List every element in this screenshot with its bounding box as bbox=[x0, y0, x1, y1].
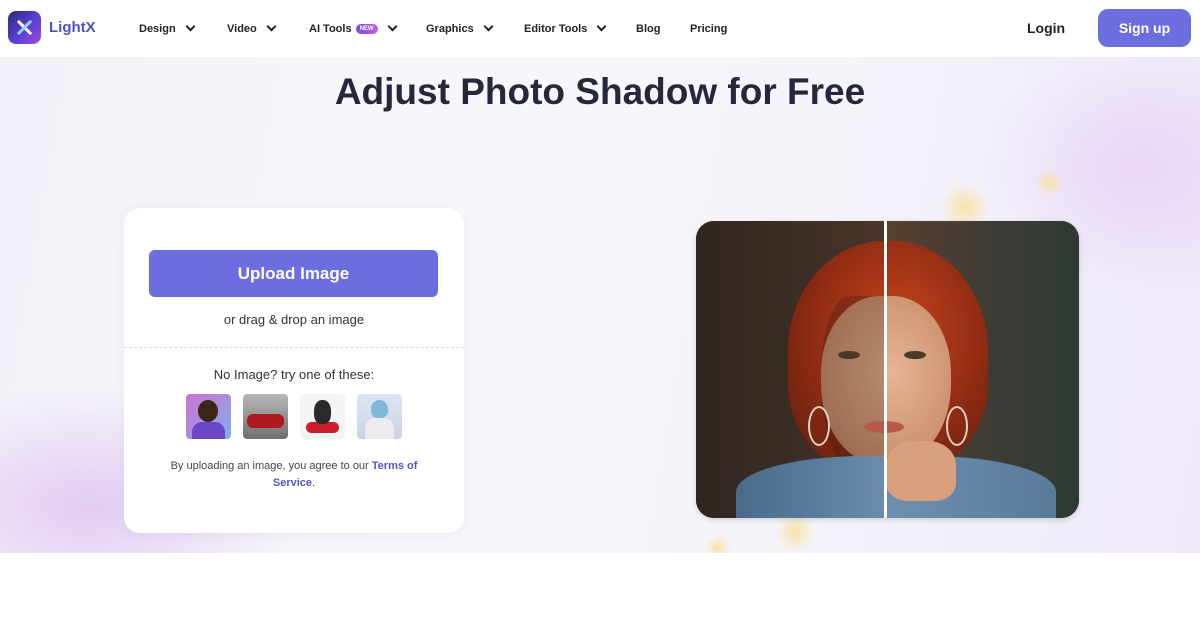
chevron-down-icon bbox=[596, 21, 607, 32]
menu-item-ai-tools[interactable]: AI Tools NEW bbox=[309, 21, 398, 35]
page-title: Adjust Photo Shadow for Free bbox=[334, 71, 866, 112]
brand-name: LightX bbox=[49, 19, 96, 36]
login-link[interactable]: Login bbox=[1027, 20, 1065, 36]
chevron-down-icon bbox=[266, 21, 277, 32]
chevron-down-icon bbox=[387, 21, 398, 32]
hero-section: Adjust Photo Shadow for Free Upload Imag… bbox=[0, 57, 1200, 553]
drag-drop-hint: or drag & drop an image bbox=[223, 312, 365, 327]
sample-image-man-portrait[interactable] bbox=[186, 394, 231, 439]
menu-item-design[interactable]: Design bbox=[139, 21, 196, 35]
upload-card: Upload Image or drag & drop an image No … bbox=[124, 208, 464, 533]
menu-item-pricing[interactable]: Pricing bbox=[690, 23, 727, 35]
sample-prompt: No Image? try one of these: bbox=[213, 367, 375, 382]
chevron-down-icon bbox=[483, 21, 494, 32]
before-after-preview-image bbox=[696, 221, 1079, 518]
sample-images bbox=[186, 394, 402, 439]
menu-item-graphics[interactable]: Graphics bbox=[426, 21, 494, 35]
top-nav: LightX Design Video AI Tools NEW Graphics… bbox=[0, 0, 1200, 57]
menu-item-editor-tools[interactable]: Editor Tools bbox=[524, 21, 607, 35]
menu-item-blog[interactable]: Blog bbox=[636, 23, 660, 35]
divider bbox=[124, 347, 464, 348]
lightx-logo-icon bbox=[8, 11, 41, 44]
upload-image-button[interactable]: Upload Image bbox=[149, 250, 438, 297]
chevron-down-icon bbox=[185, 21, 196, 32]
logo[interactable]: LightX bbox=[8, 11, 96, 44]
sample-image-red-car[interactable] bbox=[243, 394, 288, 439]
signup-button[interactable]: Sign up bbox=[1098, 9, 1191, 47]
comparison-divider[interactable] bbox=[884, 221, 887, 518]
sample-image-woman-winter-hat[interactable] bbox=[357, 394, 402, 439]
sample-image-french-bulldog[interactable] bbox=[300, 394, 345, 439]
menu-item-video[interactable]: Video bbox=[227, 21, 277, 35]
terms-notice: By uploading an image, you agree to our … bbox=[170, 460, 418, 489]
new-badge: NEW bbox=[355, 23, 378, 34]
